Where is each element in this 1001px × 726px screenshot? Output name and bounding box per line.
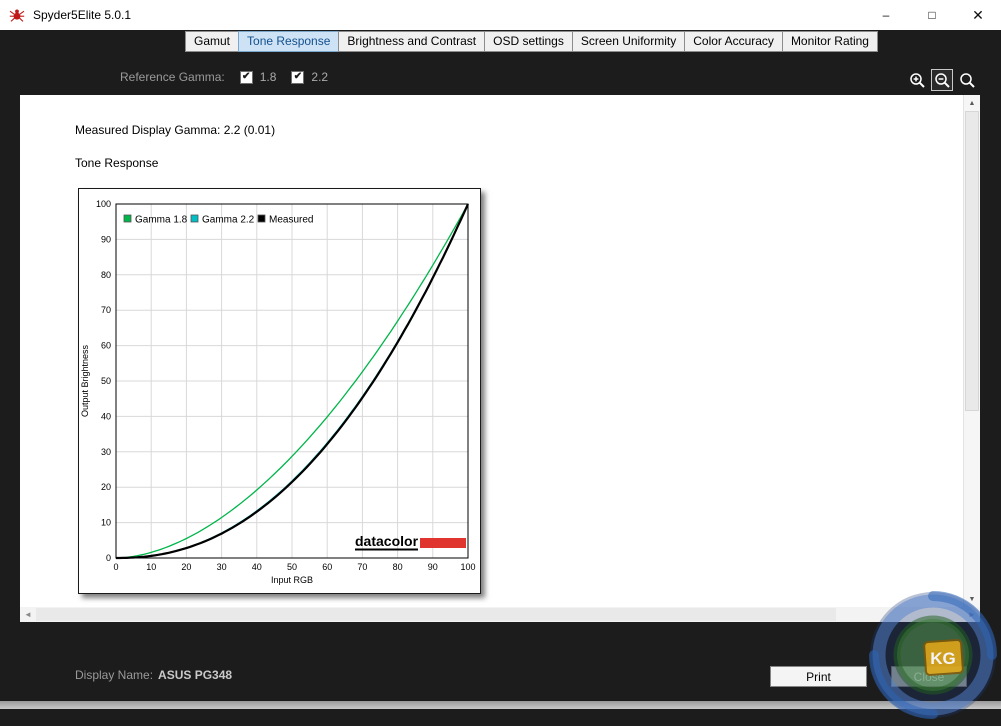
gamma-option-label: 1.8: [259, 70, 277, 84]
window-controls: – □ ✕: [863, 0, 1001, 30]
svg-text:20: 20: [181, 562, 191, 572]
svg-text:datacolor: datacolor: [355, 533, 419, 549]
gamma-options: ✔ 1.8 ✔ 2.2: [225, 70, 328, 84]
zoom-in-button[interactable]: [906, 69, 928, 91]
spider-icon: [9, 9, 25, 22]
measured-gamma-text: Measured Display Gamma: 2.2 (0.01): [75, 123, 276, 137]
window-bottom-edge: [0, 701, 1001, 709]
tab-brightness-and-contrast[interactable]: Brightness and Contrast: [338, 31, 486, 52]
spyder-app-icon: [9, 7, 25, 23]
svg-text:60: 60: [101, 341, 111, 351]
svg-text:60: 60: [322, 562, 332, 572]
svg-text:70: 70: [357, 562, 367, 572]
tab-osd-settings[interactable]: OSD settings: [484, 31, 573, 52]
zoom-reset-button[interactable]: [956, 69, 978, 91]
svg-text:100: 100: [96, 199, 111, 209]
svg-text:Measured: Measured: [269, 215, 313, 226]
svg-text:50: 50: [101, 376, 111, 386]
svg-text:0: 0: [106, 553, 111, 563]
reference-gamma-row: Reference Gamma: ✔ 1.8 ✔ 2.2: [120, 70, 328, 84]
svg-text:30: 30: [217, 562, 227, 572]
svg-text:40: 40: [252, 562, 262, 572]
content-panel: Measured Display Gamma: 2.2 (0.01) Tone …: [20, 95, 980, 607]
display-name: Display Name: ASUS PG348: [75, 668, 232, 682]
svg-text:30: 30: [101, 447, 111, 457]
vertical-scrollbar-thumb[interactable]: [965, 111, 979, 411]
tab-tone-response[interactable]: Tone Response: [238, 31, 340, 52]
print-button[interactable]: Print: [770, 666, 867, 687]
horizontal-scrollbar-thumb[interactable]: [36, 608, 836, 621]
display-name-value: ASUS PG348: [158, 668, 233, 682]
scroll-up-icon[interactable]: ▲: [964, 95, 980, 111]
svg-text:100: 100: [460, 562, 475, 572]
svg-text:10: 10: [101, 518, 111, 528]
tab-color-accuracy[interactable]: Color Accuracy: [684, 31, 783, 52]
reference-gamma-label: Reference Gamma:: [120, 70, 225, 84]
section-title: Tone Response: [75, 156, 159, 170]
svg-text:90: 90: [101, 234, 111, 244]
svg-text:20: 20: [101, 482, 111, 492]
tab-bar: Gamut Tone Response Brightness and Contras…: [185, 31, 878, 52]
zoom-in-icon: [909, 72, 925, 88]
titlebar: Spyder5Elite 5.0.1 – □ ✕: [0, 0, 1001, 30]
tab-monitor-rating[interactable]: Monitor Rating: [781, 31, 878, 52]
svg-text:50: 50: [287, 562, 297, 572]
zoom-controls: [906, 69, 978, 91]
svg-text:70: 70: [101, 305, 111, 315]
svg-text:Gamma 1.8: Gamma 1.8: [135, 215, 188, 226]
svg-text:0: 0: [113, 562, 118, 572]
tone-response-chart: 0 10 20 30 40 50 60 70 80 90 100 0 10 20 30 40 50 60 70 80 9…: [80, 199, 476, 585]
svg-text:Output Brightness: Output Brightness: [80, 344, 90, 417]
display-name-label: Display Name:: [75, 668, 154, 682]
close-button[interactable]: ✕: [955, 0, 1001, 30]
svg-text:40: 40: [101, 411, 111, 421]
tab-screen-uniformity[interactable]: Screen Uniformity: [571, 31, 686, 52]
svg-text:Input RGB: Input RGB: [271, 575, 313, 585]
zoom-reset-icon: [959, 72, 975, 88]
minimize-button[interactable]: –: [863, 0, 909, 30]
tab-gamut[interactable]: Gamut: [185, 31, 240, 52]
svg-text:80: 80: [393, 562, 403, 572]
window-title: Spyder5Elite 5.0.1: [33, 8, 132, 22]
tone-response-chart-box: 0 10 20 30 40 50 60 70 80 90 100 0 10 20 30 40 50 60 70 80 9…: [78, 188, 481, 594]
svg-text:Gamma 2.2: Gamma 2.2: [202, 215, 255, 226]
kitguru-watermark-logo: KG: [869, 591, 997, 719]
zoom-out-button[interactable]: [931, 69, 953, 91]
gamma-option-label: 2.2: [311, 70, 329, 84]
svg-text:80: 80: [101, 270, 111, 280]
gamma-checkbox-1.8[interactable]: ✔: [239, 70, 253, 84]
svg-text:90: 90: [428, 562, 438, 572]
svg-text:10: 10: [146, 562, 156, 572]
zoom-out-icon: [934, 72, 950, 88]
maximize-button[interactable]: □: [909, 0, 955, 30]
horizontal-scrollbar[interactable]: ◄ ►: [20, 607, 980, 622]
kitguru-watermark-text: KG: [930, 649, 956, 668]
scroll-left-icon[interactable]: ◄: [20, 607, 36, 622]
gamma-checkbox-2.2[interactable]: ✔: [291, 70, 305, 84]
vertical-scrollbar[interactable]: ▲ ▼: [963, 95, 980, 607]
